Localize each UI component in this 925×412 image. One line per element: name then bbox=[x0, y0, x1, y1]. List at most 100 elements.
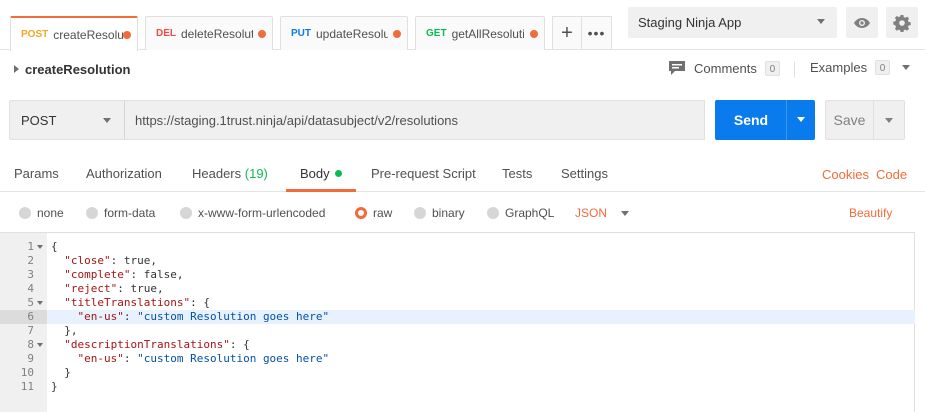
active-tab-indicator bbox=[286, 189, 356, 192]
tab-method-label: POST bbox=[21, 29, 49, 40]
more-tabs-button[interactable]: ••• bbox=[582, 16, 612, 49]
code-line[interactable]: 3 "complete": false, bbox=[0, 268, 915, 282]
radio-circle bbox=[180, 207, 192, 219]
tab-method-label: DEL bbox=[156, 28, 176, 39]
code-text: } bbox=[51, 366, 71, 379]
tab-title: updateResolu bbox=[316, 26, 388, 41]
tab-title: getAllResoluti bbox=[451, 26, 524, 41]
divider bbox=[794, 62, 795, 78]
code-line[interactable]: 5 "titleTranslations": { bbox=[0, 296, 915, 310]
radio-raw[interactable]: raw bbox=[355, 206, 392, 220]
tab-update-resolution[interactable]: PUT updateResolu bbox=[280, 16, 408, 50]
examples-count-badge: 0 bbox=[875, 60, 891, 75]
radio-circle bbox=[414, 207, 426, 219]
code-line[interactable]: 10 } bbox=[0, 366, 915, 380]
chevron-down-icon bbox=[621, 210, 630, 216]
tab-title: createResolu bbox=[53, 27, 124, 42]
cookies-link[interactable]: Cookies bbox=[822, 167, 869, 182]
examples-label: Examples bbox=[810, 60, 868, 75]
line-number: 11 bbox=[20, 380, 34, 393]
radio-none[interactable]: none bbox=[19, 206, 64, 220]
code-line[interactable]: 7 }, bbox=[0, 324, 915, 338]
code-line[interactable]: 4 "reject": true, bbox=[0, 282, 915, 296]
line-number: 7 bbox=[27, 324, 34, 337]
chevron-right-icon[interactable] bbox=[14, 65, 19, 73]
comment-icon bbox=[669, 61, 685, 75]
code-line[interactable]: 11} bbox=[0, 380, 915, 394]
send-options-button[interactable] bbox=[786, 100, 815, 140]
save-options-button[interactable] bbox=[873, 100, 905, 140]
unsaved-dot-icon bbox=[393, 30, 401, 38]
request-tab-bar: POST createResolu DEL deleteResoluti PUT… bbox=[0, 0, 925, 51]
radio-label: none bbox=[37, 206, 64, 220]
code-text: "complete": false, bbox=[64, 268, 184, 281]
gear-icon bbox=[893, 14, 911, 32]
tab-create-resolution[interactable]: POST createResolu bbox=[10, 16, 138, 51]
fold-arrow-icon[interactable] bbox=[37, 301, 43, 305]
tab-authorization[interactable]: Authorization bbox=[86, 166, 162, 181]
radio-label: raw bbox=[373, 206, 393, 220]
examples-dropdown[interactable]: Examples 0 bbox=[810, 60, 911, 75]
comments-button[interactable]: Comments 0 bbox=[668, 60, 780, 76]
code-text: "close": true, bbox=[64, 254, 157, 267]
radio-binary[interactable]: binary bbox=[414, 206, 465, 220]
request-name-row: createResolution Comments 0 Examples 0 bbox=[0, 50, 925, 90]
save-button[interactable]: Save bbox=[825, 100, 874, 140]
line-number: 3 bbox=[27, 268, 34, 281]
radio-label: GraphQL bbox=[505, 206, 555, 220]
body-code-editor[interactable]: 1{2 "close": true, 3 "complete": false, 4 … bbox=[0, 232, 915, 412]
new-tab-button[interactable]: + bbox=[552, 16, 582, 49]
body-format-select[interactable]: JSON bbox=[575, 206, 630, 220]
code-line[interactable]: 9 "en-us": "custom Resolution goes here" bbox=[0, 352, 915, 366]
radio-x-www-form-urlencoded[interactable]: x-www-form-urlencoded bbox=[180, 206, 325, 220]
body-active-dot-icon bbox=[334, 170, 342, 178]
http-method-select[interactable]: POST bbox=[9, 100, 125, 140]
unsaved-dot-icon bbox=[258, 30, 266, 38]
tab-method-label: PUT bbox=[291, 28, 311, 39]
line-number: 2 bbox=[27, 254, 34, 267]
headers-count: (19) bbox=[244, 166, 268, 181]
line-number: 9 bbox=[27, 352, 34, 365]
eye-icon bbox=[854, 17, 870, 28]
environment-settings-button[interactable] bbox=[886, 7, 918, 38]
tab-headers[interactable]: Headers (19) bbox=[192, 166, 268, 181]
code-line[interactable]: 2 "close": true, bbox=[0, 254, 915, 268]
radio-label: form-data bbox=[104, 206, 156, 220]
code-text: }, bbox=[51, 324, 78, 337]
radio-label: binary bbox=[432, 206, 465, 220]
tab-settings[interactable]: Settings bbox=[561, 166, 608, 181]
code-text: "reject": true, bbox=[64, 282, 164, 295]
environment-quick-look-button[interactable] bbox=[846, 7, 878, 38]
code-link[interactable]: Code bbox=[876, 167, 907, 182]
radio-circle bbox=[86, 207, 98, 219]
comments-count-badge: 0 bbox=[764, 60, 780, 76]
body-format-label: JSON bbox=[575, 206, 608, 220]
code-text: "titleTranslations": { bbox=[64, 296, 210, 309]
tab-body[interactable]: Body bbox=[300, 166, 342, 181]
tab-get-all-resolutions[interactable]: GET getAllResoluti bbox=[415, 16, 545, 50]
tab-tests[interactable]: Tests bbox=[502, 166, 532, 181]
tab-pre-request-script[interactable]: Pre-request Script bbox=[371, 166, 476, 181]
tab-title: deleteResoluti bbox=[181, 26, 253, 41]
environment-select[interactable]: Staging Ninja App bbox=[628, 7, 837, 38]
send-button[interactable]: Send bbox=[715, 100, 787, 140]
fold-arrow-icon[interactable] bbox=[37, 343, 43, 347]
tab-params[interactable]: Params bbox=[14, 166, 59, 181]
chevron-down-icon bbox=[902, 65, 911, 70]
url-input[interactable]: https://staging.1trust.ninja/api/datasub… bbox=[124, 100, 705, 140]
code-line[interactable]: 8 "descriptionTranslations": { bbox=[0, 338, 915, 352]
line-number: 10 bbox=[20, 366, 34, 379]
radio-form-data[interactable]: form-data bbox=[86, 206, 155, 220]
line-number: 4 bbox=[27, 282, 34, 295]
chevron-down-icon bbox=[103, 118, 111, 123]
beautify-link[interactable]: Beautify bbox=[849, 206, 892, 220]
tab-delete-resolution[interactable]: DEL deleteResoluti bbox=[145, 16, 273, 50]
radio-graphql[interactable]: GraphQL bbox=[487, 206, 554, 220]
request-name[interactable]: createResolution bbox=[25, 62, 130, 77]
unsaved-dot-icon bbox=[123, 31, 131, 39]
radio-circle bbox=[19, 207, 31, 219]
fold-arrow-icon[interactable] bbox=[37, 245, 43, 249]
comments-label: Comments bbox=[694, 60, 757, 76]
code-line[interactable]: 1{ bbox=[0, 240, 915, 254]
code-line[interactable]: 6 "en-us": "custom Resolution goes here" bbox=[0, 310, 915, 324]
